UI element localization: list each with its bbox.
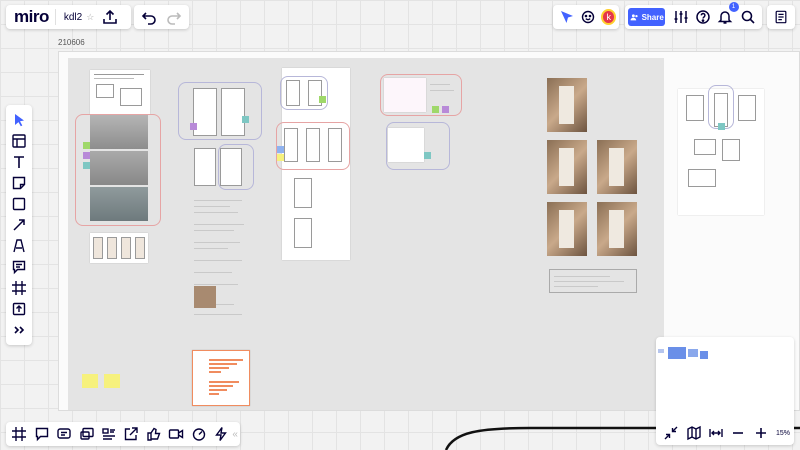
photo-thumbnail[interactable]	[194, 286, 216, 308]
select-icon[interactable]	[7, 109, 31, 130]
board-menu-icon	[775, 10, 787, 24]
model-photo[interactable]	[597, 202, 637, 256]
diagram-card[interactable]	[384, 78, 426, 112]
templates-icon[interactable]	[7, 130, 31, 151]
upload-icon[interactable]	[7, 299, 31, 320]
line-icon[interactable]	[7, 214, 31, 235]
plan-sketch[interactable]	[284, 128, 298, 162]
share-button[interactable]: Share	[628, 8, 666, 26]
users-icon	[630, 13, 638, 20]
chat-icon[interactable]	[53, 422, 75, 446]
model-photo[interactable]	[597, 140, 637, 194]
board-content-area[interactable]	[68, 58, 664, 410]
sticky-note[interactable]	[277, 154, 284, 161]
shape-icon[interactable]	[7, 193, 31, 214]
card-icon[interactable]	[98, 422, 120, 446]
frame-icon[interactable]	[7, 278, 31, 299]
plan-sketch[interactable]	[294, 178, 312, 208]
render-image[interactable]	[90, 187, 148, 221]
cursor-send-icon[interactable]	[556, 5, 577, 29]
undo-redo-panel	[134, 5, 189, 29]
search-icon[interactable]	[737, 5, 759, 29]
zoom-out-icon[interactable]	[727, 421, 749, 445]
model-photo[interactable]	[547, 78, 587, 132]
plan-sketch[interactable]	[220, 148, 242, 186]
notification-badge: 1	[728, 2, 739, 12]
zoom-level[interactable]: 15%	[772, 430, 790, 437]
minimap-preview[interactable]	[656, 347, 716, 361]
zoom-in-icon[interactable]	[750, 421, 772, 445]
bell-icon[interactable]: 1	[714, 2, 739, 29]
reactions-icon[interactable]	[577, 5, 598, 29]
render-image[interactable]	[90, 151, 148, 185]
avatar[interactable]: k	[601, 9, 616, 25]
minimap-panel[interactable]: 15%	[656, 337, 794, 445]
section-card[interactable]	[90, 233, 148, 263]
right-header-panel: Share 1	[625, 2, 762, 29]
sticky-note[interactable]	[83, 142, 90, 149]
text-note[interactable]	[549, 269, 637, 293]
frame-title[interactable]: 210606	[58, 38, 85, 47]
plan-sketch[interactable]	[194, 148, 216, 186]
collaboration-panel: k	[553, 5, 619, 29]
frames-icon[interactable]	[8, 422, 30, 446]
sticky-note[interactable]	[83, 162, 90, 169]
collapse-icon[interactable]	[660, 421, 682, 445]
sticky-note[interactable]	[82, 374, 98, 388]
comment-bubble-icon[interactable]	[30, 422, 52, 446]
sticky-note[interactable]	[319, 96, 326, 103]
undo-icon[interactable]	[137, 5, 161, 29]
share-label: Share	[641, 12, 664, 22]
fit-width-icon[interactable]	[705, 421, 727, 445]
sketch-card[interactable]	[90, 70, 150, 114]
plan-sketch[interactable]	[286, 80, 300, 106]
vote-icon[interactable]	[143, 422, 165, 446]
model-photo[interactable]	[547, 140, 587, 194]
share-out-icon[interactable]	[120, 422, 142, 446]
text-icon[interactable]	[7, 151, 31, 172]
settings-sliders-icon[interactable]	[669, 5, 691, 29]
timer-icon[interactable]	[188, 422, 210, 446]
text-block[interactable]	[192, 194, 248, 344]
star-icon[interactable]: ☆	[86, 12, 98, 23]
board-name[interactable]: kdl2	[56, 12, 86, 23]
sticky-note[interactable]	[83, 152, 90, 159]
miro-logo[interactable]: miro	[6, 7, 55, 27]
sticky-note[interactable]	[424, 152, 431, 159]
sticky-note[interactable]	[277, 146, 284, 153]
collaboration-toolbar: «	[6, 422, 240, 446]
upload-icon[interactable]	[98, 5, 122, 29]
group-outline[interactable]	[178, 82, 262, 140]
comment-icon[interactable]	[7, 257, 31, 278]
plan-sketch[interactable]	[328, 128, 342, 162]
minimap-controls: 15%	[656, 421, 794, 445]
plan-sketch[interactable]	[306, 128, 320, 162]
model-photo[interactable]	[547, 202, 587, 256]
screen-share-icon[interactable]	[75, 422, 97, 446]
sticky-note[interactable]	[442, 106, 449, 113]
sticky-note[interactable]	[242, 116, 249, 123]
pen-icon[interactable]	[7, 236, 31, 257]
help-icon[interactable]	[692, 5, 714, 29]
sticky-note[interactable]	[190, 123, 197, 130]
map-icon[interactable]	[682, 421, 704, 445]
sticky-note-icon[interactable]	[7, 172, 31, 193]
sticky-note[interactable]	[104, 374, 120, 388]
collapse-icon[interactable]: «	[232, 429, 238, 440]
board-menu-button[interactable]	[767, 5, 795, 29]
plan-sketch[interactable]	[221, 88, 245, 136]
plan-sketch[interactable]	[294, 218, 312, 248]
sticky-note[interactable]	[432, 106, 439, 113]
render-image[interactable]	[90, 115, 148, 149]
activity-icon[interactable]	[210, 422, 232, 446]
sketch-card[interactable]	[678, 85, 764, 215]
board-title-panel: miro kdl2 ☆	[6, 5, 131, 29]
video-icon[interactable]	[165, 422, 187, 446]
chart-card[interactable]	[192, 350, 250, 406]
more-icon[interactable]	[7, 320, 31, 341]
sticky-note[interactable]	[718, 123, 725, 130]
redo-icon[interactable]	[162, 5, 186, 29]
sketch-card[interactable]	[388, 128, 424, 162]
creation-toolbar	[6, 105, 32, 345]
